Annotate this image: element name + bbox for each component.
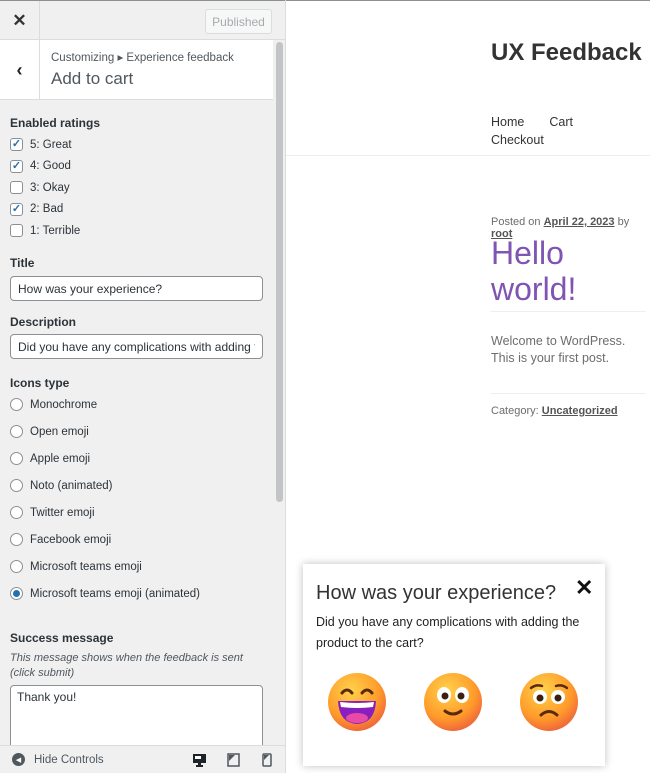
popup-title: How was your experience?: [316, 582, 557, 604]
icons-type-radio[interactable]: Microsoft teams emoji (animated): [10, 587, 200, 600]
checkbox-icon[interactable]: ✓: [10, 202, 23, 216]
radio-icon[interactable]: [10, 506, 23, 519]
icons-type-option-label: Twitter emoji: [30, 506, 95, 519]
breadcrumb: Customizing ▸ Experience feedback: [51, 52, 234, 64]
back-button[interactable]: ‹: [0, 40, 40, 100]
divider: [491, 393, 646, 394]
posted-prefix: Posted on: [491, 216, 541, 228]
section-header: ‹ Customizing ▸ Experience feedback Add …: [0, 40, 273, 100]
checkbox-icon[interactable]: ✓: [10, 138, 23, 151]
icons-type-radio[interactable]: Apple emoji: [10, 452, 90, 465]
published-button[interactable]: Published: [205, 9, 272, 34]
icons-type-radio[interactable]: Microsoft teams emoji: [10, 560, 142, 573]
rating-checkbox[interactable]: 1: Terrible: [10, 224, 80, 237]
nav-home[interactable]: Home: [491, 115, 524, 129]
icons-type-label: Icons type: [10, 376, 70, 390]
popup-description: Did you have any complications with addi…: [316, 615, 580, 650]
radio-icon[interactable]: [10, 587, 23, 600]
desktop-preview-icon[interactable]: [192, 753, 207, 767]
scrollbar[interactable]: [276, 42, 283, 502]
icons-type-option-label: Microsoft teams emoji: [30, 560, 142, 573]
site-title[interactable]: UX Feedback: [491, 39, 646, 67]
post-excerpt: Welcome to WordPress. This is your first…: [491, 334, 626, 365]
emoji-good-icon[interactable]: [423, 671, 483, 733]
title-label: Title: [10, 256, 35, 270]
category-link[interactable]: Uncategorized: [542, 405, 618, 417]
radio-icon[interactable]: [10, 479, 23, 492]
rating-checkbox[interactable]: ✓ 5: Great: [10, 138, 72, 151]
site-nav: Home Cart Checkout: [491, 115, 646, 147]
radio-icon[interactable]: [10, 533, 23, 546]
collapse-icon: ◀: [12, 753, 25, 766]
icons-type-radio[interactable]: Monochrome: [10, 398, 97, 411]
rating-checkbox[interactable]: 3: Okay: [10, 181, 70, 194]
checkbox-icon[interactable]: [10, 224, 23, 237]
hide-controls-label: Hide Controls: [34, 753, 104, 766]
rating-checkbox[interactable]: ✓ 2: Bad: [10, 202, 64, 216]
rating-label: 2: Bad: [30, 203, 64, 215]
description-label: Description: [10, 315, 77, 329]
emoji-bad-icon[interactable]: [519, 671, 579, 733]
radio-icon[interactable]: [10, 452, 23, 465]
icons-type-radio[interactable]: Facebook emoji: [10, 533, 111, 546]
nav-checkout[interactable]: Checkout: [491, 133, 544, 147]
divider: [491, 311, 646, 312]
popup-close-button[interactable]: ✕: [575, 575, 593, 601]
close-customizer-button[interactable]: ✕: [0, 1, 40, 40]
customizer-sidebar: ✕ Published ‹ Customizing ▸ Experience f…: [0, 0, 286, 773]
icons-type-option-label: Noto (animated): [30, 479, 113, 492]
hide-controls-button[interactable]: ◀ Hide Controls: [12, 753, 104, 766]
icons-type-option-label: Facebook emoji: [30, 533, 112, 546]
radio-icon[interactable]: [10, 425, 23, 438]
post-title[interactable]: Hello world!: [491, 235, 646, 307]
success-message-hint: This message shows when the feedback is …: [10, 652, 243, 679]
rating-label: 5: Great: [30, 138, 72, 151]
by-label: by: [617, 216, 630, 228]
radio-icon[interactable]: [10, 398, 23, 411]
site-preview: UX Feedback Home Cart Checkout Posted on…: [286, 0, 650, 773]
rating-label: 1: Terrible: [30, 224, 81, 237]
post-category: Category: Uncategorized: [491, 405, 646, 417]
success-message-label: Success message: [10, 631, 114, 645]
icons-type-option-label: Open emoji: [30, 425, 89, 438]
description-input[interactable]: [10, 334, 263, 359]
enabled-ratings-label: Enabled ratings: [10, 116, 101, 130]
icons-type-option-label: Monochrome: [30, 398, 98, 411]
rating-label: 3: Okay: [30, 181, 70, 194]
customizer-header: ✕ Published: [0, 0, 285, 40]
header-divider: [286, 155, 650, 156]
feedback-popup: How was your experience? ✕ Did you have …: [303, 564, 605, 766]
post-date-link[interactable]: April 22, 2023: [544, 216, 615, 228]
emoji-great-icon[interactable]: [327, 671, 387, 733]
rating-checkbox[interactable]: ✓ 4: Good: [10, 159, 71, 173]
icons-type-radio[interactable]: Twitter emoji: [10, 506, 95, 519]
icons-type-option-label: Apple emoji: [30, 452, 91, 465]
nav-cart[interactable]: Cart: [549, 115, 573, 129]
mobile-preview-icon[interactable]: [262, 753, 272, 767]
section-title: Add to cart: [51, 69, 134, 88]
icons-type-radio[interactable]: Open emoji: [10, 425, 89, 438]
customizer-footer: ◀ Hide Controls: [0, 745, 285, 773]
icons-type-option-label: Microsoft teams emoji (animated): [30, 587, 200, 600]
checkbox-icon[interactable]: [10, 181, 23, 194]
rating-label: 4: Good: [30, 160, 71, 172]
tablet-preview-icon[interactable]: [227, 753, 240, 767]
checkbox-icon[interactable]: ✓: [10, 159, 23, 173]
icons-type-radio[interactable]: Noto (animated): [10, 479, 112, 492]
radio-icon[interactable]: [10, 560, 23, 573]
category-prefix: Category:: [491, 405, 539, 417]
title-input[interactable]: [10, 276, 263, 301]
